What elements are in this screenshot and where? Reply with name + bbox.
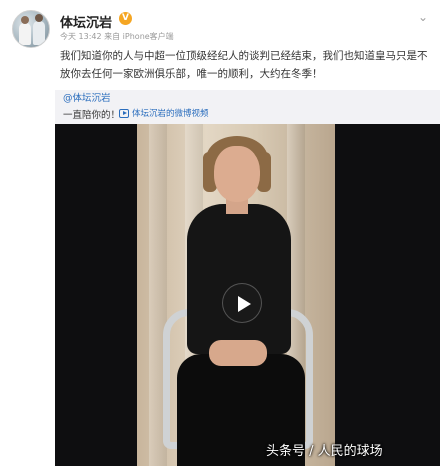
avatar-figure-head bbox=[35, 14, 43, 22]
post-text: 我们知道你的人与中超一位顶级经纪人的谈判已经结束，我们也知道皇马只是不放你去任何… bbox=[60, 50, 428, 80]
avatar-figure bbox=[33, 21, 45, 45]
chevron-down-icon[interactable]: ⌄ bbox=[418, 10, 428, 24]
video-link[interactable]: 体坛沉岩的微博视频 bbox=[119, 107, 209, 119]
person-face bbox=[214, 146, 260, 202]
verified-badge-icon: V bbox=[119, 12, 132, 25]
repost-text: 一直陪你的！ bbox=[63, 110, 121, 121]
post-meta: 今天 13:42 来自 iPhone客户端 bbox=[60, 32, 174, 41]
watermark: 头条号 / 人民的球场 bbox=[266, 444, 383, 459]
repost-card: @体坛沉岩 一直陪你的！ 体坛沉岩的微博视频 bbox=[55, 90, 440, 466]
person-hands bbox=[209, 340, 267, 366]
post-username[interactable]: 体坛沉岩 bbox=[60, 12, 112, 31]
video-link-label[interactable]: 体坛沉岩的微博视频 bbox=[132, 107, 209, 119]
play-icon[interactable] bbox=[222, 283, 262, 323]
person-torso bbox=[187, 204, 291, 354]
weibo-post-header: 体坛沉岩 V 今天 13:42 来自 iPhone客户端 ⌄ 我们知道你的人与中… bbox=[0, 0, 440, 88]
avatar-figure bbox=[19, 23, 31, 45]
video-player[interactable] bbox=[55, 124, 440, 466]
video-link-icon bbox=[119, 108, 129, 118]
avatar[interactable] bbox=[12, 10, 50, 48]
avatar-figure-head bbox=[21, 16, 29, 24]
repost-author-link[interactable]: @体坛沉岩 bbox=[63, 90, 111, 104]
